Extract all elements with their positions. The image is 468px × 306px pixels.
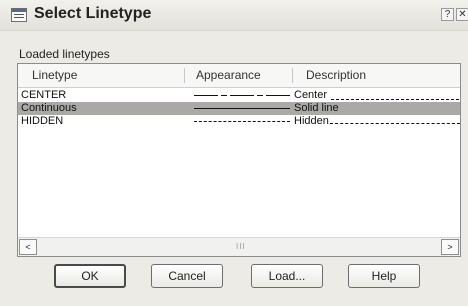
appearance-long-dash xyxy=(266,95,290,96)
linetype-description: Hidden xyxy=(294,115,329,127)
column-divider[interactable] xyxy=(292,68,293,83)
load-button[interactable]: Load... xyxy=(251,264,323,288)
dialog-title: Select Linetype xyxy=(34,5,152,22)
linetype-description: Solid line xyxy=(294,102,339,114)
select-linetype-dialog: Select Linetype ? ✕ Loaded linetypes Lin… xyxy=(0,0,468,306)
help-icon[interactable]: ? xyxy=(441,8,454,21)
title-bar: Select Linetype ? ✕ xyxy=(0,0,468,31)
help-button[interactable]: Help xyxy=(348,264,420,288)
description-pattern xyxy=(330,123,460,124)
linetype-name: HIDDEN xyxy=(21,115,64,127)
linetype-name: Continuous xyxy=(21,102,77,114)
close-icon[interactable]: ✕ xyxy=(456,8,468,21)
linetype-description: Center xyxy=(294,89,328,101)
column-divider[interactable] xyxy=(184,68,185,83)
ok-button[interactable]: OK xyxy=(54,264,126,288)
linetype-row-continuous[interactable]: Continuous Solid line xyxy=(18,102,460,115)
column-header-appearance[interactable]: Appearance xyxy=(196,64,261,86)
loaded-linetypes-label: Loaded linetypes xyxy=(19,47,110,61)
horizontal-scrollbar[interactable]: < III > xyxy=(18,237,460,256)
dialog-icon xyxy=(11,8,27,22)
scroll-left-icon[interactable]: < xyxy=(19,239,37,255)
linetype-row-hidden[interactable]: HIDDEN Hidden xyxy=(18,115,460,128)
description-pattern xyxy=(331,99,459,100)
cancel-button[interactable]: Cancel xyxy=(151,264,223,288)
column-header-description[interactable]: Description xyxy=(306,64,366,86)
scroll-grip-icon[interactable]: III xyxy=(236,242,246,251)
list-header: Linetype Appearance Description xyxy=(18,64,460,88)
appearance-dashed-line xyxy=(194,121,290,122)
appearance-short-dash xyxy=(221,95,227,96)
appearance-solid-line xyxy=(194,108,290,109)
linetype-row-center[interactable]: CENTER Center xyxy=(18,89,460,102)
appearance-short-dash xyxy=(257,95,263,96)
linetype-list[interactable]: Linetype Appearance Description CENTER C… xyxy=(17,63,461,257)
scroll-right-icon[interactable]: > xyxy=(441,239,459,255)
appearance-long-dash xyxy=(230,95,254,96)
column-header-linetype[interactable]: Linetype xyxy=(32,64,77,86)
appearance-long-dash xyxy=(194,95,218,96)
linetype-name: CENTER xyxy=(21,89,67,101)
